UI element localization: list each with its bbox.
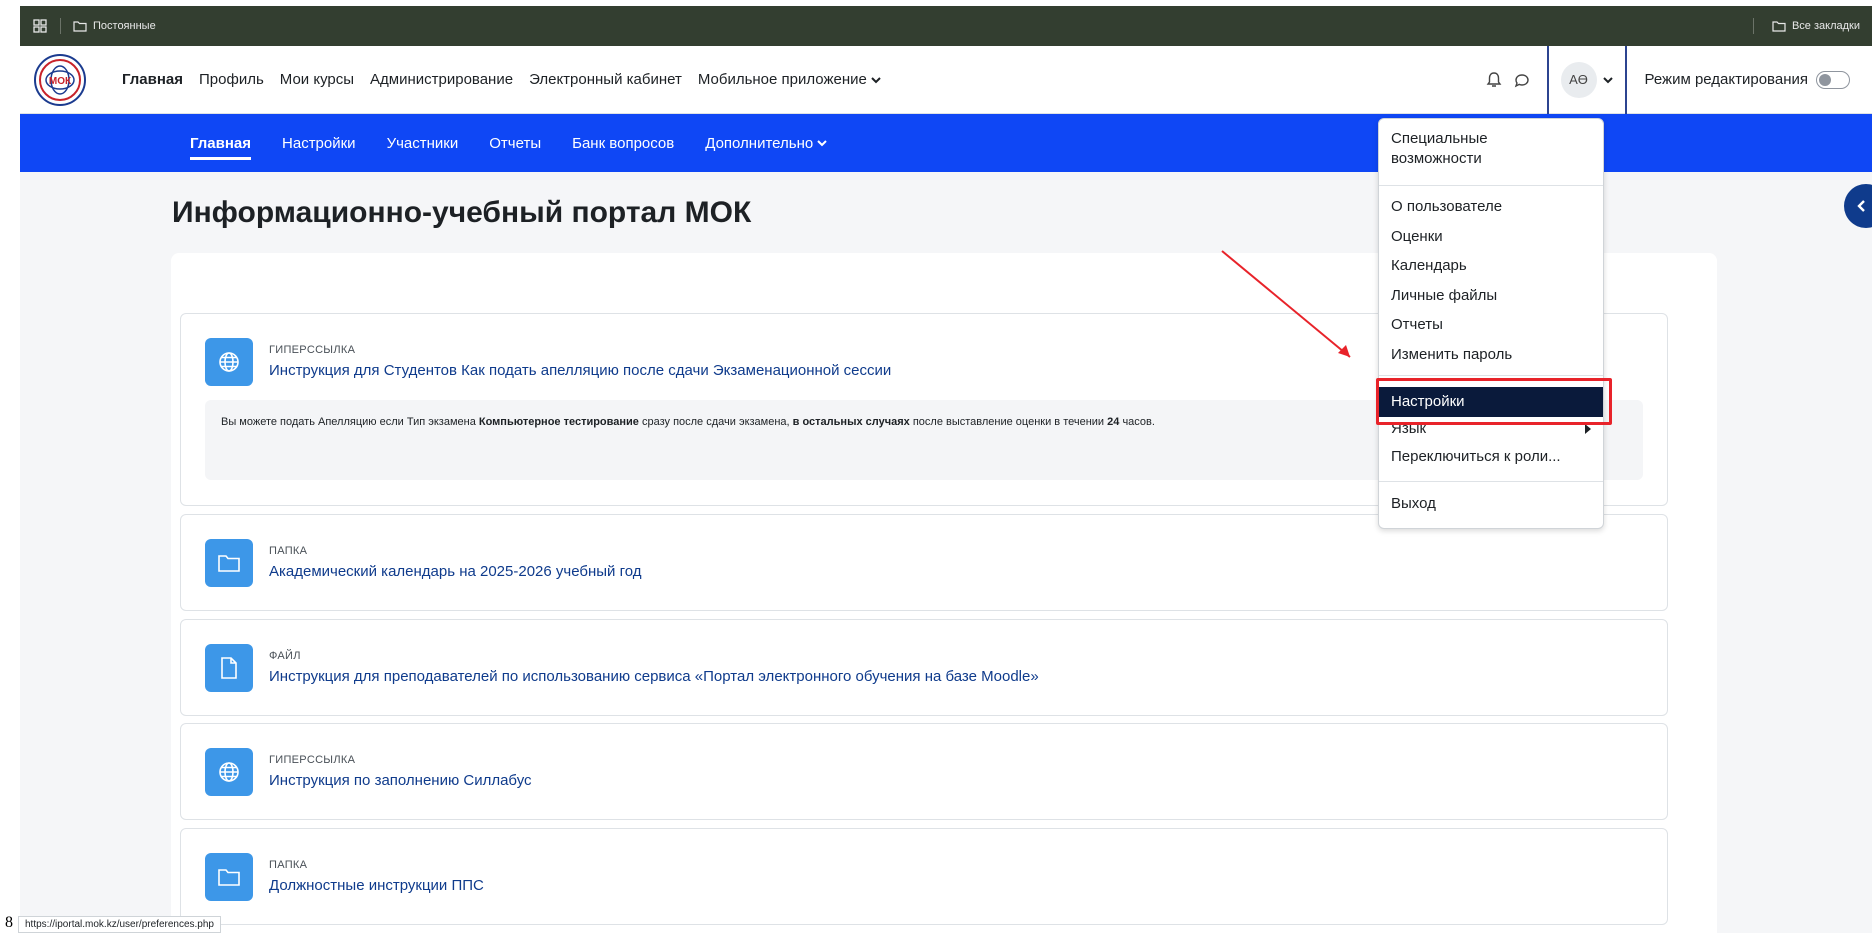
- menu-item-reports[interactable]: Отчеты: [1379, 315, 1603, 335]
- activity-link[interactable]: Инструкция для преподавателей по использ…: [269, 668, 1039, 685]
- menu-item-switch-role[interactable]: Переключиться к роли...: [1379, 447, 1603, 467]
- primary-nav-links: Главная Профиль Мои курсы Администрирова…: [122, 71, 881, 88]
- all-bookmarks[interactable]: Все закладки: [1741, 18, 1860, 34]
- page-title: Информационно-учебный портал МОК: [172, 196, 752, 229]
- tab-more-label: Дополнительно: [705, 134, 814, 152]
- logo-emblem: МОК: [39, 58, 81, 101]
- menu-divider: [1379, 185, 1603, 186]
- edit-mode-switch[interactable]: Режим редактирования: [1644, 70, 1850, 89]
- description-bold: в остальных случаях: [792, 416, 910, 428]
- activity-item: ФАЙЛ Инструкция для преподавателей по ис…: [180, 619, 1668, 716]
- caret-right-icon: [1585, 424, 1591, 434]
- activity-type: ПАПКА: [269, 859, 308, 871]
- activity-icon: [205, 853, 253, 901]
- site-logo[interactable]: МОК: [34, 53, 86, 106]
- folder-icon: [218, 869, 240, 886]
- bookmark-folder-label: Постоянные: [93, 20, 156, 32]
- primary-navbar: МОК Главная Профиль Мои курсы Администри…: [20, 45, 1872, 114]
- globe-icon: [219, 762, 239, 782]
- activity-link[interactable]: Инструкция для Студентов Как подать апел…: [269, 362, 891, 379]
- user-menu-toggle[interactable]: АӨ: [1546, 45, 1627, 114]
- activity-icon: [205, 644, 253, 692]
- activity-type: ГИПЕРССЫЛКА: [269, 754, 356, 766]
- status-prefix: 8: [5, 914, 13, 931]
- description-bold: 24: [1107, 416, 1120, 428]
- globe-icon: [219, 352, 239, 372]
- nav-link-mobile-app-label: Мобильное приложение: [697, 71, 867, 88]
- folder-icon: [73, 21, 87, 32]
- nav-link-e-cabinet[interactable]: Электронный кабинет: [529, 71, 682, 88]
- bookmarks-separator: [60, 18, 61, 34]
- edit-mode-label: Режим редактирования: [1644, 71, 1808, 88]
- menu-item-change-password[interactable]: Изменить пароль: [1379, 345, 1603, 365]
- folder-icon: [218, 555, 240, 572]
- bookmarks-separator: [1752, 18, 1754, 34]
- chevron-down-icon: [817, 140, 827, 147]
- tab-home[interactable]: Главная: [190, 114, 252, 172]
- menu-item-calendar[interactable]: Календарь: [1379, 256, 1603, 276]
- activity-icon: [205, 748, 253, 796]
- bookmarks-bar: Постоянные Все закладки: [20, 6, 1872, 46]
- menu-item-logout[interactable]: Выход: [1379, 494, 1603, 514]
- annotation-arrow-icon: [1221, 250, 1351, 358]
- description-text: Вы можете подать Апелляцию если Тип экза…: [221, 416, 479, 428]
- activity-link[interactable]: Должностные инструкции ППС: [269, 877, 484, 894]
- activity-icon: [205, 338, 253, 386]
- all-bookmarks-label: Все закладки: [1791, 20, 1860, 32]
- activity-item: ГИПЕРССЫЛКА Инструкция по заполнению Сил…: [180, 723, 1668, 820]
- tab-participants[interactable]: Участники: [387, 114, 459, 172]
- chevron-down-icon: [1602, 76, 1613, 83]
- activity-type: ФАЙЛ: [269, 650, 301, 662]
- secondary-nav-items: Главная Настройки Участники Отчеты Банк …: [190, 114, 827, 172]
- menu-item-accessibility-line1: Специальные: [1391, 130, 1488, 147]
- chevron-down-icon: [871, 76, 881, 83]
- description-text: сразу после сдачи экзамена,: [638, 416, 793, 428]
- menu-item-grades[interactable]: Оценки: [1379, 227, 1603, 247]
- bookmark-folder-permanent[interactable]: Постоянные: [73, 20, 156, 32]
- activity-item: ПАПКА Должностные инструкции ППС: [180, 828, 1668, 925]
- nav-link-profile[interactable]: Профиль: [199, 71, 264, 88]
- tab-reports[interactable]: Отчеты: [489, 114, 541, 172]
- chevron-left-icon: [1857, 200, 1865, 212]
- activity-link[interactable]: Академический календарь на 2025-2026 уче…: [269, 563, 642, 580]
- description-bold: Компьютерное тестирование: [478, 416, 639, 428]
- tab-settings[interactable]: Настройки: [282, 114, 356, 172]
- description-text: после выставление оценки в течении: [909, 416, 1108, 428]
- activity-link[interactable]: Инструкция по заполнению Силлабус: [269, 772, 532, 789]
- edit-mode-toggle[interactable]: [1816, 70, 1850, 89]
- logo-text: МОК: [49, 76, 72, 87]
- nav-link-home[interactable]: Главная: [122, 71, 183, 88]
- menu-item-private-files[interactable]: Личные файлы: [1379, 286, 1603, 306]
- nav-link-mobile-app[interactable]: Мобильное приложение: [698, 71, 881, 88]
- menu-item-profile[interactable]: О пользователе: [1379, 197, 1603, 217]
- bell-icon[interactable]: [1485, 71, 1503, 89]
- menu-item-accessibility[interactable]: Специальные возможности: [1379, 129, 1603, 169]
- file-icon: [221, 657, 237, 679]
- menu-divider: [1379, 481, 1603, 482]
- tab-more[interactable]: Дополнительно: [705, 114, 827, 172]
- nav-link-administration[interactable]: Администрирование: [370, 71, 513, 88]
- menu-item-accessibility-line2: возможности: [1391, 150, 1482, 167]
- activity-icon: [205, 539, 253, 587]
- navbar-right: АӨ Режим редактирования: [1485, 45, 1872, 114]
- folder-icon: [1772, 21, 1786, 32]
- nav-link-my-courses[interactable]: Мои курсы: [280, 71, 354, 88]
- user-menu-dropdown: Специальные возможности О пользователе О…: [1378, 118, 1604, 529]
- description-text: часов.: [1119, 416, 1155, 428]
- avatar: АӨ: [1560, 61, 1597, 98]
- status-url: https://iportal.mok.kz/user/preferences.…: [18, 916, 221, 933]
- message-icon[interactable]: [1513, 71, 1531, 89]
- annotation-highlight-box: [1376, 378, 1612, 425]
- activity-type: ПАПКА: [269, 545, 308, 557]
- tab-question-bank[interactable]: Банк вопросов: [572, 114, 674, 172]
- activity-type: ГИПЕРССЫЛКА: [269, 344, 356, 356]
- apps-grid-icon[interactable]: [32, 18, 48, 34]
- menu-divider: [1379, 375, 1603, 376]
